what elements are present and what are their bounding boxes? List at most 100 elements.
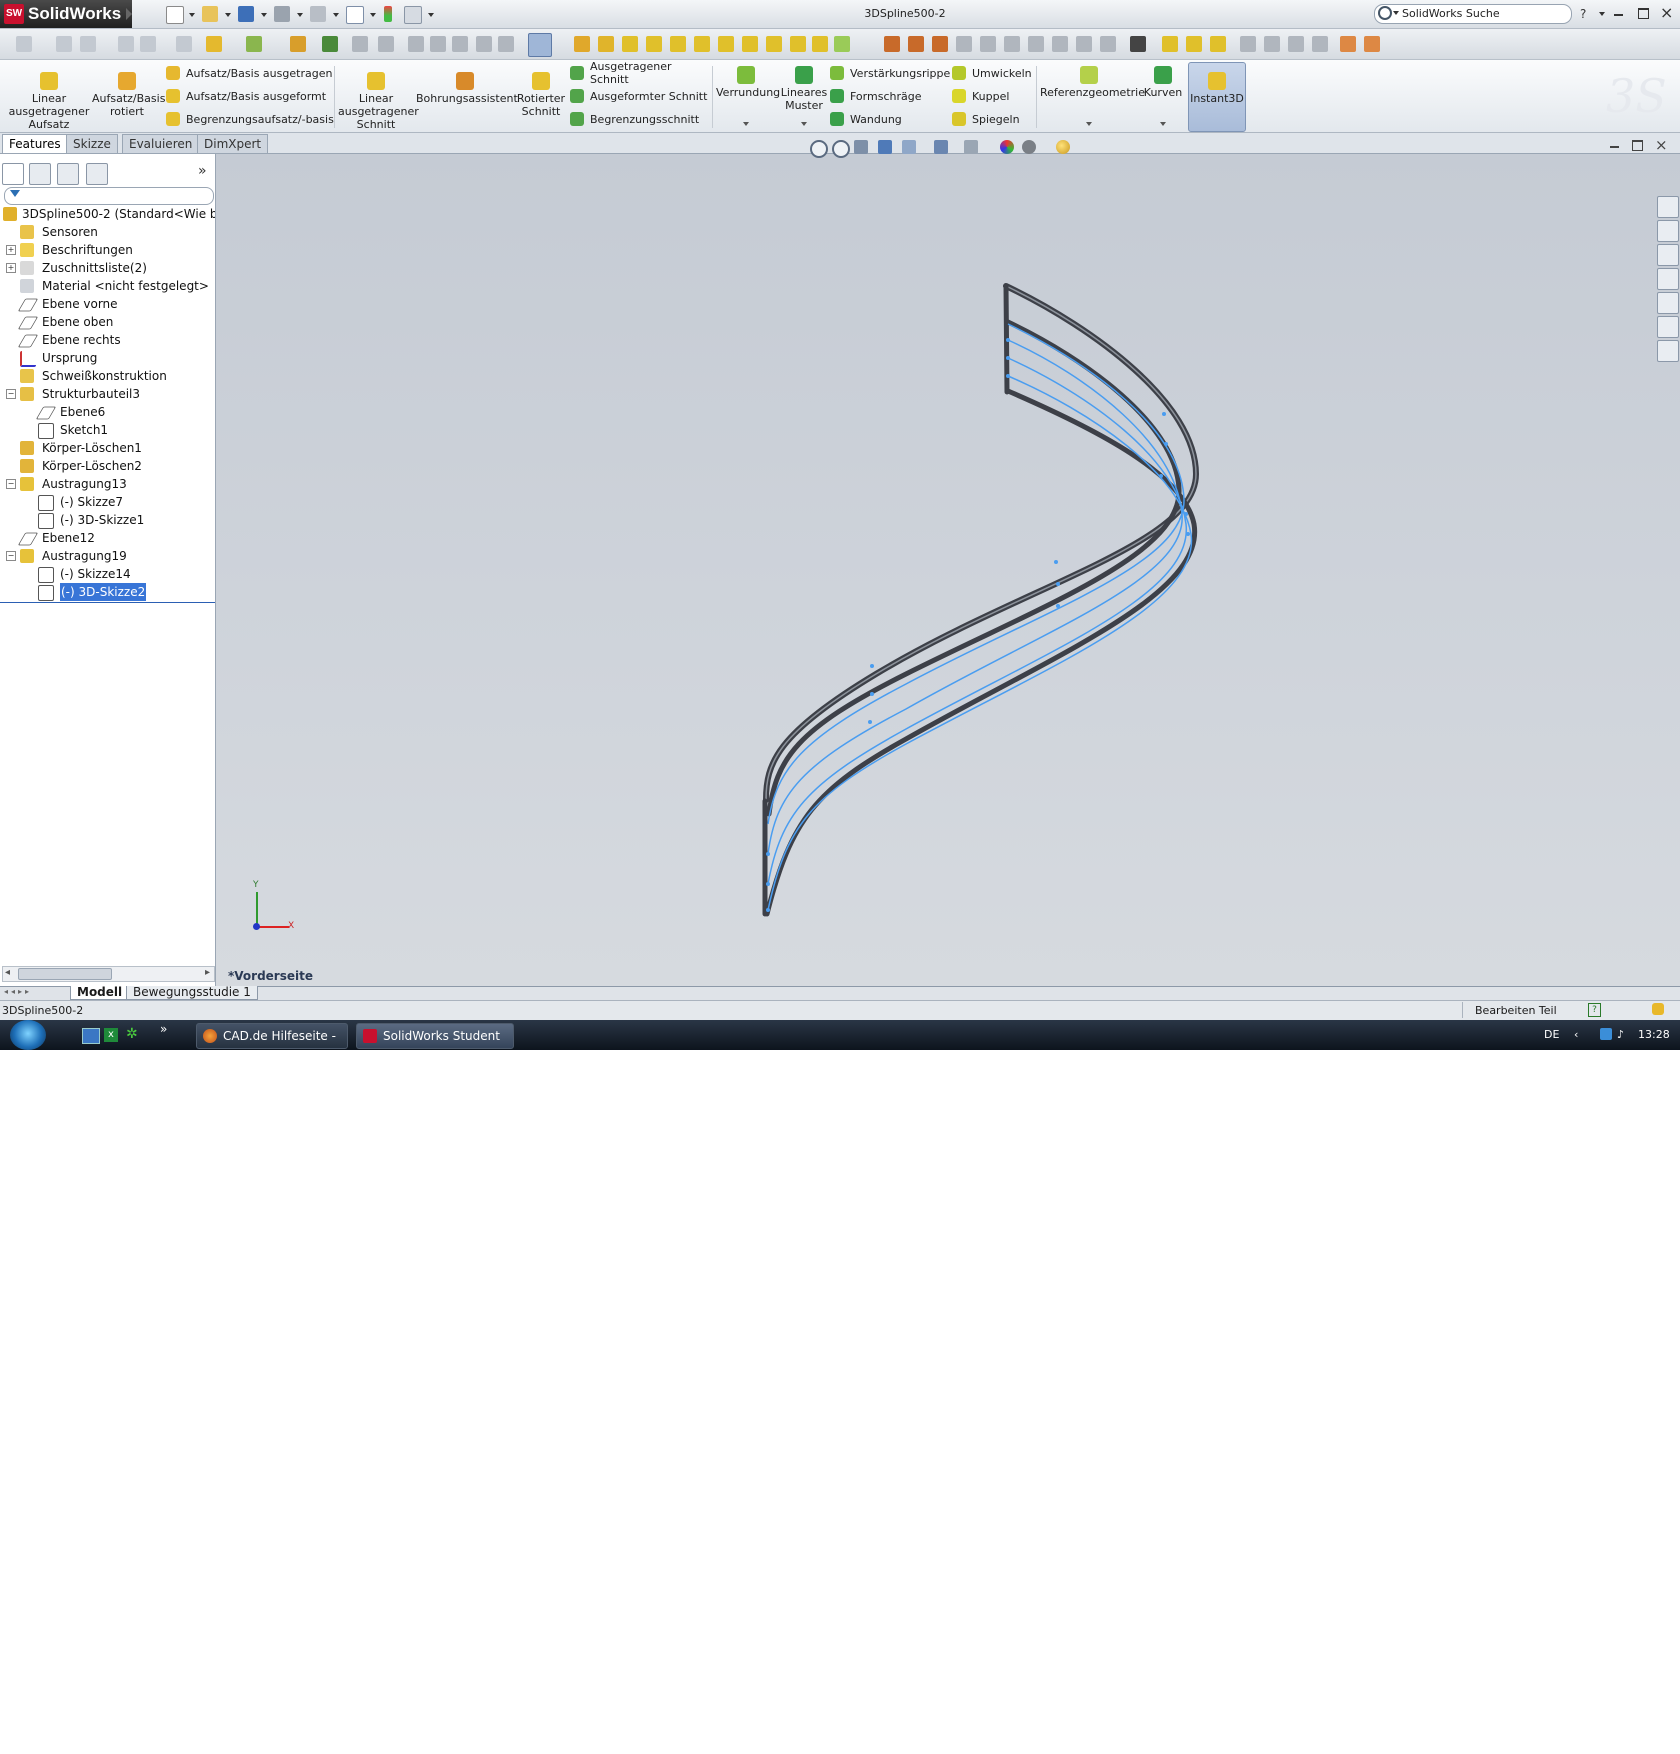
weldment-tool-icon[interactable]: [1076, 36, 1092, 52]
feature-icon[interactable]: [246, 36, 262, 52]
lofted-boss-button[interactable]: Aufsatz/Basis ausgeformt: [166, 86, 336, 106]
tab-evaluate[interactable]: Evaluieren: [122, 134, 200, 153]
print-dropdown-icon[interactable]: [297, 13, 303, 17]
tab-model[interactable]: Modell: [70, 986, 130, 1000]
mirror-entities-icon[interactable]: [408, 36, 424, 52]
boundary-boss-button[interactable]: Begrenzungsaufsatz/-basis: [166, 109, 336, 129]
rib-tool-icon[interactable]: [766, 36, 782, 52]
swept-cut-button[interactable]: Ausgetragener Schnitt: [570, 60, 710, 86]
fillet-button[interactable]: Verrundung: [716, 66, 780, 99]
viewport-close-icon[interactable]: ×: [1655, 136, 1668, 154]
shell-tool-icon[interactable]: [718, 36, 734, 52]
tab-scroll-arrows[interactable]: ◂◂▸▸: [4, 987, 66, 999]
taskbar-item-solidworks[interactable]: SolidWorks Student ...: [356, 1023, 514, 1049]
select-arrow-icon[interactable]: [346, 6, 364, 24]
extend-icon[interactable]: [378, 36, 394, 52]
tree-item[interactable]: − Austragung19: [0, 547, 215, 565]
new-dropdown-icon[interactable]: [189, 13, 195, 17]
arc-tool-icon[interactable]: [140, 36, 156, 52]
linear-cut-button[interactable]: Linear ausgetragener Schnitt: [338, 72, 419, 131]
tree-item[interactable]: (-) 3D-Skizze1: [0, 511, 215, 529]
solidworks-menu-button[interactable]: SW SolidWorks: [0, 0, 132, 28]
rebuild-traffic-light-icon[interactable]: [384, 6, 392, 22]
rotate-view-icon[interactable]: [932, 36, 948, 52]
offset-entities-icon[interactable]: [430, 36, 446, 52]
show-desktop-icon[interactable]: [82, 1028, 100, 1044]
end-cap-icon[interactable]: [1004, 36, 1020, 52]
hide-show-items-icon[interactable]: [964, 140, 978, 154]
record-macro-icon[interactable]: [1364, 36, 1380, 52]
hidden-lines-icon[interactable]: [1186, 36, 1202, 52]
dome-tool-icon[interactable]: [812, 36, 828, 52]
menu-flyout-arrow-icon[interactable]: [126, 8, 132, 20]
tree-item[interactable]: − Austragung13: [0, 475, 215, 493]
status-rebuild-icon[interactable]: [1652, 1003, 1664, 1015]
tree-item[interactable]: (-) 3D-Skizze2: [0, 582, 215, 602]
dimxpert-manager-tab-icon[interactable]: [86, 163, 108, 185]
scroll-left-icon[interactable]: ◂: [5, 967, 10, 978]
network-icon[interactable]: [1600, 1028, 1612, 1040]
weld-bead-icon[interactable]: [956, 36, 972, 52]
pattern-dropdown-icon[interactable]: [801, 122, 807, 126]
save-dropdown-icon[interactable]: [261, 13, 267, 17]
chain-icon[interactable]: [290, 36, 306, 52]
tree-item[interactable]: Ebene vorne: [0, 295, 215, 313]
revolve-tool-icon[interactable]: [646, 36, 662, 52]
tree-item[interactable]: − Strukturbauteil3: [0, 385, 215, 403]
tree-expander-icon[interactable]: −: [6, 551, 16, 561]
revolved-boss-button[interactable]: Aufsatz/Basis rotiert: [92, 72, 165, 118]
outer-rail-tube[interactable]: [763, 283, 1200, 803]
quick-snaps-icon[interactable]: [528, 33, 552, 57]
quicklaunch-app-icon[interactable]: ✲: [126, 1026, 138, 1042]
reference-plane-icon[interactable]: [834, 36, 850, 52]
excel-quicklaunch-icon[interactable]: x: [104, 1028, 118, 1042]
section-view-icon[interactable]: [884, 36, 900, 52]
note-icon[interactable]: [1288, 36, 1304, 52]
lower-rail-tube[interactable]: [764, 388, 1198, 917]
part-icon[interactable]: [206, 36, 222, 52]
structural-member-tool-icon[interactable]: [1052, 36, 1068, 52]
reference-geometry-dropdown-icon[interactable]: [1086, 122, 1092, 126]
tray-expand-icon[interactable]: ‹: [1574, 1028, 1578, 1041]
dimension-icon[interactable]: [1264, 36, 1280, 52]
tree-item[interactable]: + Zuschnittsliste(2): [0, 259, 215, 277]
tree-item[interactable]: Ursprung: [0, 349, 215, 367]
quicklaunch-more-icon[interactable]: »: [160, 1022, 167, 1036]
cut-list-tool-icon[interactable]: [1100, 36, 1116, 52]
lofted-cut-button[interactable]: Ausgeformter Schnitt: [570, 86, 710, 106]
tab-dimxpert[interactable]: DimXpert: [197, 134, 269, 153]
display-style-icon[interactable]: [1162, 36, 1178, 52]
swept-tube-frame[interactable]: [762, 283, 1200, 917]
tree-item[interactable]: Sketch1: [0, 421, 215, 439]
extrude-tool-icon[interactable]: [622, 36, 638, 52]
tree-filter-input[interactable]: [4, 187, 214, 205]
new-document-icon[interactable]: [166, 6, 184, 24]
search-scope-dropdown-icon[interactable]: [1393, 11, 1399, 15]
status-help-icon[interactable]: ?: [1588, 1003, 1601, 1017]
select-dropdown-icon[interactable]: [370, 13, 376, 17]
move-entities-icon[interactable]: [476, 36, 492, 52]
curves-button[interactable]: Kurven: [1140, 66, 1186, 99]
rollback-bar[interactable]: [0, 602, 215, 603]
apply-scene-icon[interactable]: [1022, 140, 1036, 154]
tree-expander-icon[interactable]: −: [6, 389, 16, 399]
draft-button[interactable]: Formschräge: [830, 86, 950, 106]
spline-tool-icon[interactable]: [176, 36, 192, 52]
help-icon[interactable]: ?: [1580, 7, 1586, 21]
reference-geometry-button[interactable]: Referenzgeometrie: [1040, 66, 1145, 99]
shaded-icon[interactable]: [1210, 36, 1226, 52]
upper-rail-tube[interactable]: [766, 319, 1182, 817]
scroll-right-icon[interactable]: ▸: [205, 967, 210, 978]
dome-button[interactable]: Kuppel: [952, 86, 1042, 106]
mirror-button[interactable]: Spiegeln: [952, 109, 1042, 129]
tab-sketch[interactable]: Skizze: [66, 134, 118, 153]
swept-boss-button[interactable]: Aufsatz/Basis ausgetragen: [166, 63, 336, 83]
boundary-cut-button[interactable]: Begrenzungsschnitt: [570, 109, 710, 129]
linear-boss-button[interactable]: Linear ausgetragener Aufsatz: [6, 72, 92, 131]
previous-view-icon[interactable]: [854, 140, 868, 154]
help-dropdown-icon[interactable]: [1599, 12, 1605, 16]
tab-features[interactable]: Features: [2, 134, 68, 153]
sketch-spline-4[interactable]: [767, 375, 1193, 911]
tree-item[interactable]: Ebene oben: [0, 313, 215, 331]
tree-item[interactable]: Körper-Löschen1: [0, 439, 215, 457]
